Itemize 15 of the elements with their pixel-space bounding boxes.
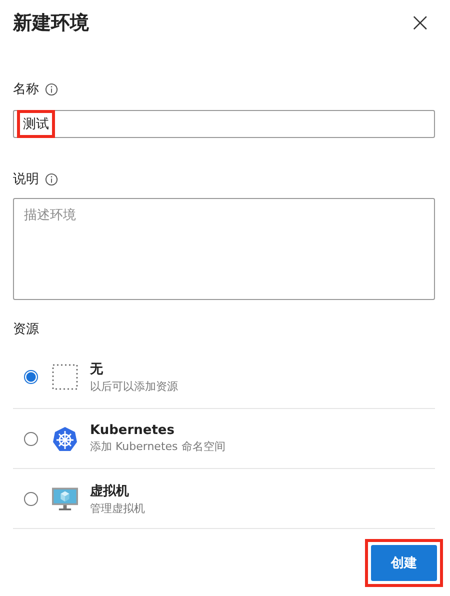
field-label: 说明 [13,171,39,188]
description-field[interactable]: 描述环境 [13,198,435,300]
dialog-title: 新建环境 [13,11,89,36]
section-label: 资源 [13,321,39,338]
close-button[interactable]: × [405,10,435,36]
option-title: Kubernetes [90,423,176,438]
option-description: 管理虚拟机 [90,500,145,516]
option-description: 以后可以添加资源 [90,379,178,394]
field-label: 名称 [13,81,39,98]
create-button[interactable]: 创建 [371,545,437,581]
option-description: 添加 Kubernetes 命名空间 [90,439,226,454]
field-value: 测试 [17,110,55,138]
option-title: 无 [90,361,104,378]
option-title: 虚拟机 [90,482,130,500]
name-field[interactable]: 测试 [13,110,435,138]
